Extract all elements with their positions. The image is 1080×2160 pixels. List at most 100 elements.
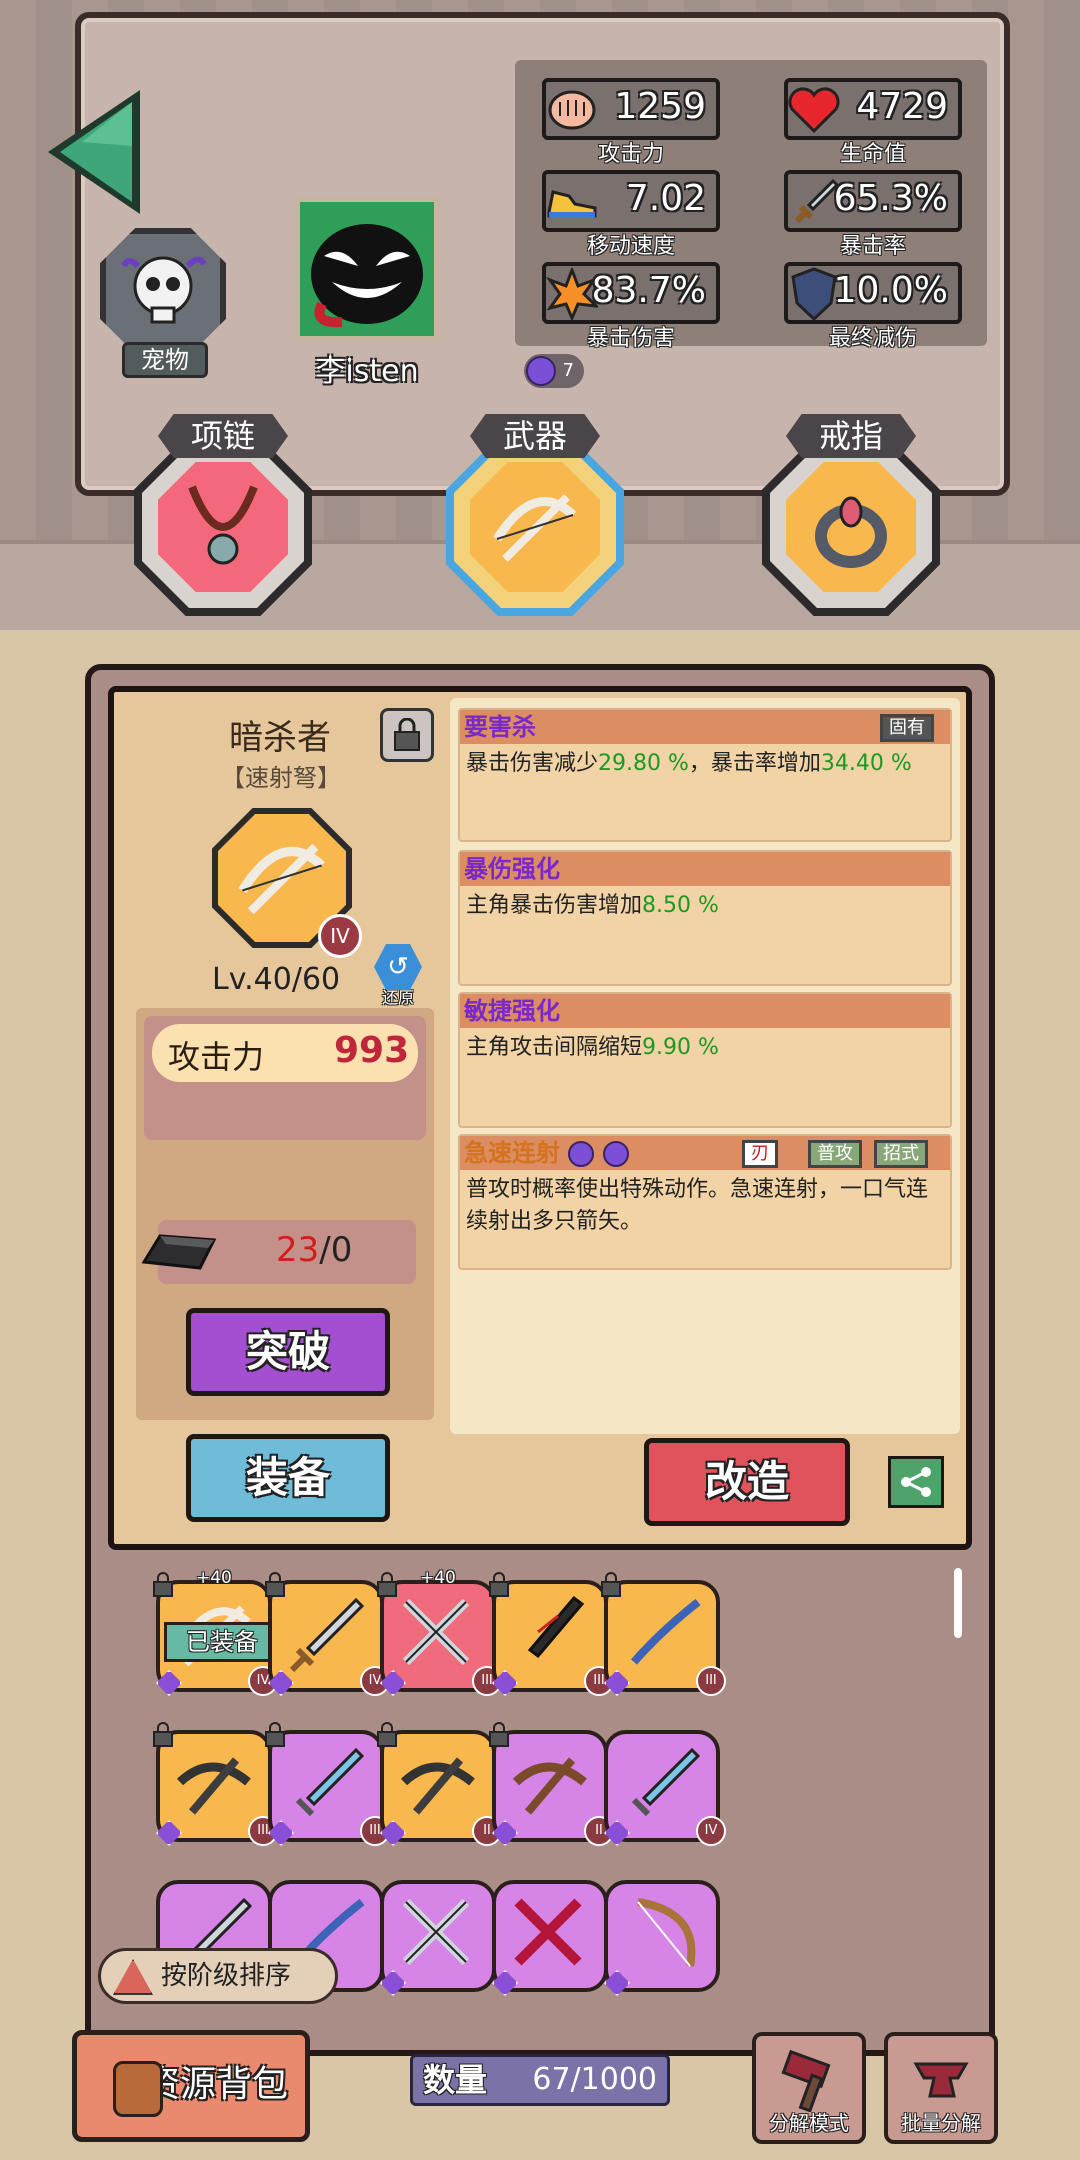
lock-icon <box>489 1572 509 1597</box>
ice-sword-icon <box>631 1747 701 1817</box>
crossbow-icon <box>176 1757 251 1815</box>
energy-icon <box>568 1141 595 1167</box>
stat-crit-rate: 65.3% 暴击率 <box>784 170 962 259</box>
ring-icon <box>786 462 916 592</box>
lock-icon <box>265 1572 285 1597</box>
back-button[interactable] <box>42 86 144 218</box>
stat-attack: 1259 攻击力 <box>542 78 720 167</box>
lock-button[interactable] <box>380 708 434 762</box>
crossed-swords-icon <box>402 1598 470 1666</box>
stat-crit-damage: 83.7% 暴击伤害 <box>542 262 720 351</box>
inventory-item[interactable]: +40 III <box>376 1568 502 1696</box>
affix-item: 暴伤强化 主角暴击伤害增加8.50 % <box>458 850 952 986</box>
warning-triangle-icon <box>113 1959 153 1995</box>
inventory-item[interactable]: III <box>152 1722 278 1846</box>
affix-tag: 刃 <box>742 1140 778 1168</box>
inventory-item[interactable]: II <box>488 1722 614 1846</box>
inventory-item[interactable]: III <box>488 1572 614 1696</box>
sword-icon <box>289 1597 365 1673</box>
hammer-icon <box>781 2049 831 2112</box>
lock-icon <box>601 1572 621 1597</box>
lock-icon <box>489 1722 509 1747</box>
inventory-count: 数量 67/1000 <box>410 2054 670 2106</box>
heart-icon <box>786 82 842 138</box>
pet-label: 宠物 <box>122 342 208 378</box>
stat-hp: 4729 生命值 <box>784 78 962 167</box>
inventory-item[interactable] <box>488 1872 612 1996</box>
inventory-item[interactable]: III <box>600 1572 726 1696</box>
enhance-level: +40 <box>420 1568 456 1588</box>
stat-speed: 7.02 移动速度 <box>542 170 720 259</box>
attack-label: 攻击力 <box>168 1038 265 1076</box>
ice-sword-icon <box>295 1747 365 1817</box>
share-icon <box>901 1467 931 1497</box>
venom-face-icon <box>311 224 423 328</box>
necklace-icon <box>158 462 288 592</box>
energy-badge: 7 <box>524 354 584 388</box>
inventory-item[interactable]: +40 IV 已装备 <box>152 1568 280 1696</box>
weapon-level: Lv.40/60 <box>212 962 341 997</box>
weapon-type: 【速射弩】 <box>221 764 341 792</box>
share-button[interactable] <box>888 1456 944 1508</box>
slot-weapon[interactable]: 武器 <box>446 414 624 616</box>
lock-icon <box>377 1722 397 1747</box>
enhance-level: +40 <box>196 1568 232 1588</box>
affix-item: 急速连射 刃 普攻 招式 普攻时概率使出特殊动作。急速连射，一口气连续射出多只箭… <box>458 1134 952 1270</box>
attack-value: 993 <box>334 1030 410 1071</box>
bow-icon <box>637 1898 696 1967</box>
wood-crossbow-icon <box>512 1757 587 1815</box>
tier-badge: IV <box>696 1816 726 1846</box>
restore-button[interactable]: ↺ 还原 <box>372 944 424 1007</box>
salvage-mode-button[interactable]: 分解模式 <box>752 2032 866 2144</box>
affix-tag: 招式 <box>874 1140 928 1168</box>
sort-button[interactable]: 按阶级排序 <box>98 1948 338 2004</box>
stat-damage-reduction: 10.0% 最终减伤 <box>784 262 962 351</box>
skull-icon <box>121 256 207 324</box>
pet-slot[interactable]: 宠物 <box>100 228 230 378</box>
inventory-item[interactable] <box>600 1872 724 1996</box>
lock-icon <box>377 1572 397 1597</box>
crossed-swords-red-icon <box>514 1898 582 1966</box>
scrollbar[interactable] <box>954 1568 962 1638</box>
forge-button[interactable]: 改造 <box>644 1438 850 1526</box>
lock-icon <box>153 1572 173 1597</box>
energy-icon <box>602 1141 629 1167</box>
affix-item: 敏捷强化 主角攻击间隔缩短9.90 % <box>458 992 952 1128</box>
ingot-icon <box>140 1222 220 1282</box>
batch-salvage-button[interactable]: 批量分解 <box>884 2032 998 2144</box>
inventory-item[interactable]: II <box>376 1722 502 1846</box>
affix-item: 要害杀 固有 暴击伤害减少29.80 %，暴击率增加34.40 % <box>458 708 952 842</box>
fist-icon <box>544 82 600 138</box>
crossbow-icon <box>400 1757 475 1815</box>
crossed-swords-icon <box>402 1898 470 1966</box>
backpack-icon <box>113 2061 163 2117</box>
back-arrow-icon <box>48 90 140 214</box>
lock-icon <box>153 1722 173 1747</box>
energy-icon <box>526 356 556 386</box>
anvil-icon <box>913 2062 969 2098</box>
avatar[interactable] <box>294 196 440 342</box>
lock-icon <box>265 1722 285 1747</box>
weapon-name: 暗杀者 <box>229 718 331 758</box>
bone-crossbow-icon <box>238 843 325 915</box>
slot-ring[interactable]: 戒指 <box>762 414 940 616</box>
slot-necklace[interactable]: 项链 <box>134 414 312 616</box>
equip-button[interactable]: 装备 <box>186 1434 390 1522</box>
break-button[interactable]: 突破 <box>186 1308 390 1396</box>
resource-bag-button[interactable]: 资源背包 <box>72 2030 310 2142</box>
tier-badge: III <box>696 1666 726 1696</box>
affix-tag: 固有 <box>880 714 934 742</box>
player-name: 李isten <box>315 354 419 389</box>
katana-icon <box>630 1598 701 1665</box>
inventory-item[interactable]: IV <box>264 1572 390 1696</box>
inventory-item[interactable] <box>376 1872 500 1996</box>
sneaker-icon <box>544 174 600 230</box>
material-count: 23/0 <box>276 1230 353 1270</box>
equipped-label: 已装备 <box>164 1622 280 1662</box>
tier-badge: IV <box>318 914 362 958</box>
dark-blade-icon <box>527 1595 585 1659</box>
inventory-item[interactable]: IV <box>600 1722 726 1846</box>
inventory-item[interactable]: III <box>264 1722 390 1846</box>
inventory-grid[interactable]: +40 IV 已装备 IV +40 III III III III III II II IV <box>108 1560 972 2000</box>
lock-icon <box>394 718 420 751</box>
